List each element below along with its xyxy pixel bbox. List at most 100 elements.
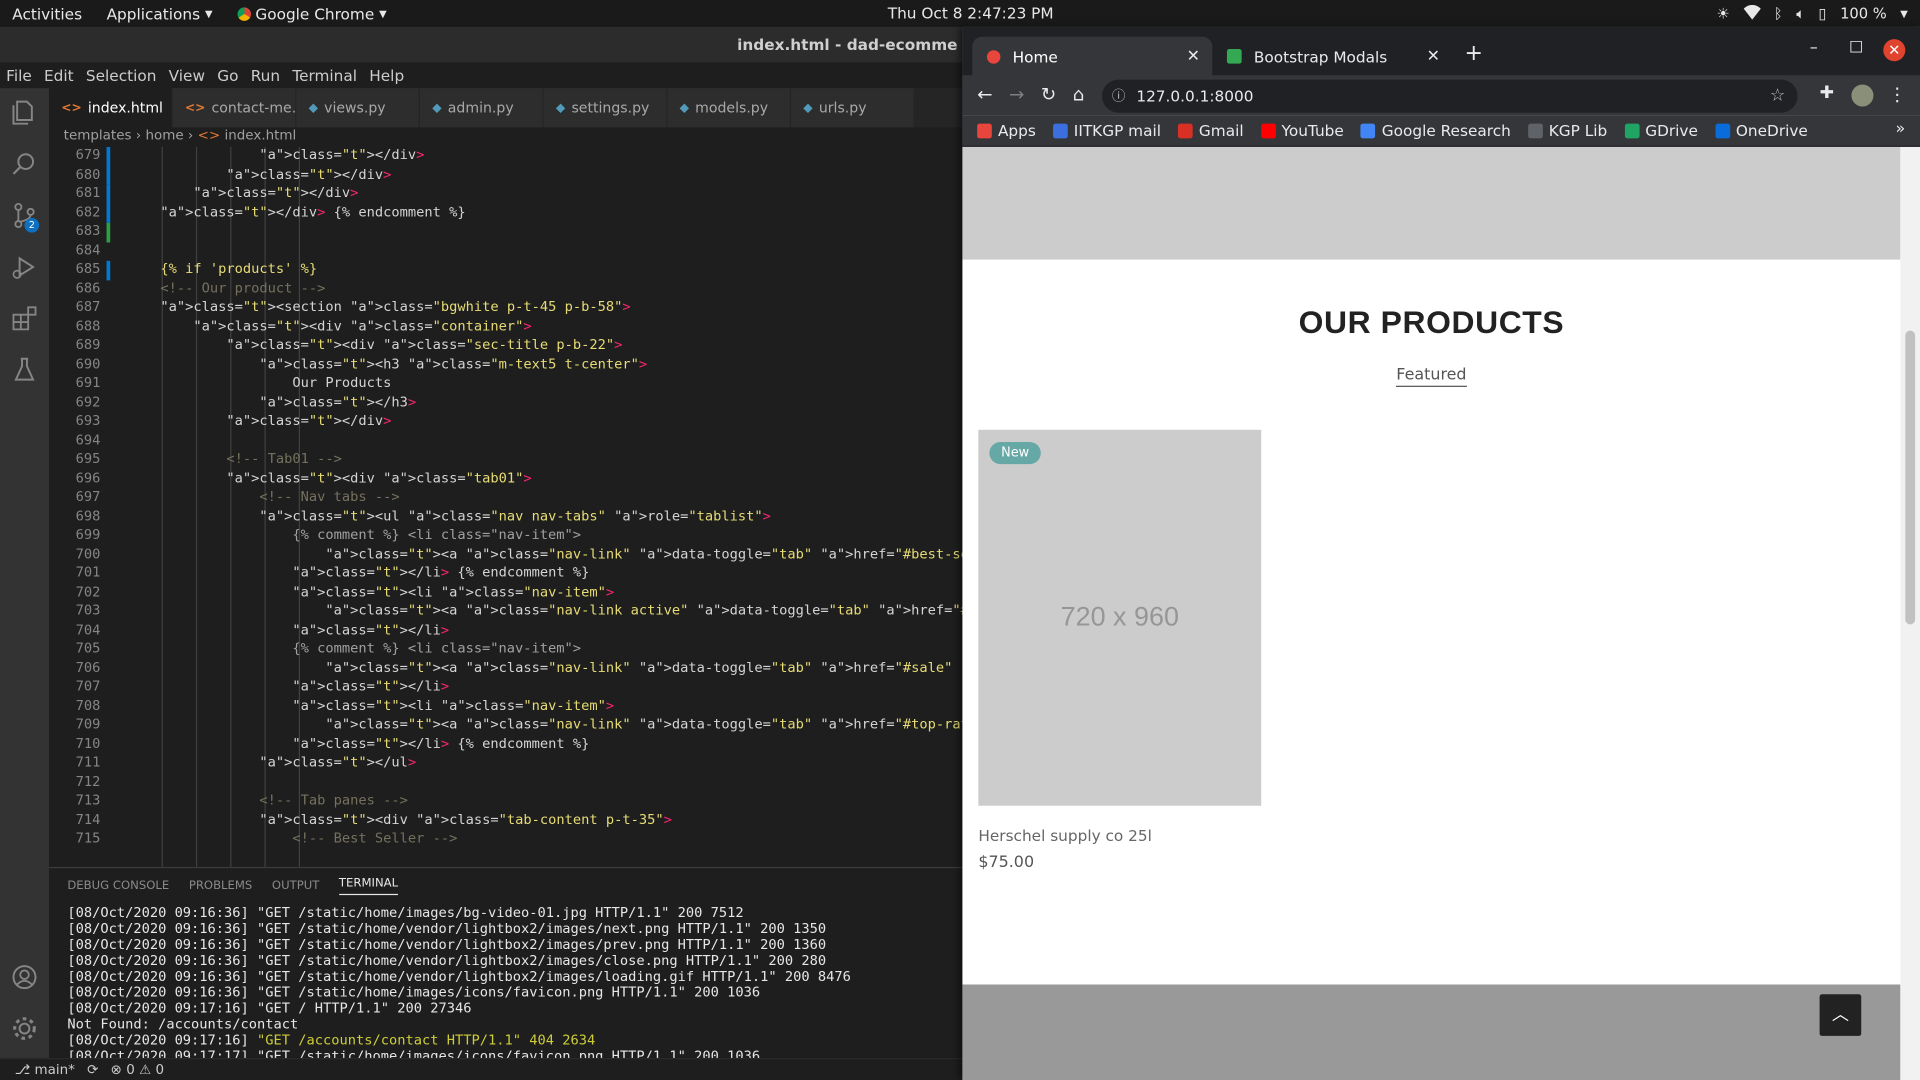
bookmark-label: IITKGP mail <box>1073 121 1161 140</box>
bookmark-iitkgp-mail[interactable]: IITKGP mail <box>1052 121 1161 140</box>
terminal-output[interactable]: [08/Oct/2020 09:16:36] "GET /static/home… <box>67 905 851 1080</box>
line-number: 711 <box>75 754 101 771</box>
line-number: 679 <box>75 146 101 163</box>
menu-go[interactable]: Go <box>211 64 244 88</box>
scrollbar-thumb[interactable] <box>1905 330 1916 625</box>
line-number: 696 <box>75 469 101 486</box>
bookmark-apps[interactable]: Apps <box>977 121 1036 140</box>
line-number: 714 <box>75 811 101 828</box>
line-content: {% if 'products' %} <box>160 260 318 277</box>
system-tray[interactable]: ☀ ᛒ 🔈︎ ▯ 100 % ▼ <box>1717 0 1908 27</box>
menu-edit[interactable]: Edit <box>38 64 80 88</box>
git-change-marker[interactable] <box>106 260 111 280</box>
code-editor[interactable]: 679 "a">class="t"></div> 680 "a">class="t… <box>49 146 962 867</box>
more-bookmarks-icon[interactable]: » <box>1896 120 1906 138</box>
bookmark-gdrive[interactable]: GDrive <box>1624 121 1698 140</box>
address-bar[interactable]: ⓘ 127.0.0.1:8000 ☆ <box>1102 79 1798 113</box>
active-app-menu[interactable]: Google Chrome ▼ <box>225 4 399 23</box>
bookmark-favicon-icon <box>1178 123 1193 138</box>
bluetooth-icon: ᛒ <box>1773 4 1783 23</box>
bookmark-star-icon[interactable]: ☆ <box>1770 80 1785 113</box>
breadcrumb-folder[interactable]: templates <box>64 127 132 143</box>
favicon-icon <box>1226 48 1242 64</box>
editor-tab-admin-py[interactable]: ◆ admin.py <box>420 88 544 128</box>
editor-tab-contact-me-html[interactable]: <> contact-me.html <box>172 88 328 128</box>
bookmark-kgp-lib[interactable]: KGP Lib <box>1527 121 1607 140</box>
activities-button[interactable]: Activities <box>0 4 94 22</box>
profile-avatar[interactable] <box>1851 84 1874 107</box>
tab-bootstrap-modals[interactable]: Bootstrap Modals ✕ <box>1212 37 1452 76</box>
menu-help[interactable]: Help <box>363 64 410 88</box>
breadcrumb-file[interactable]: index.html <box>224 127 296 143</box>
bookmark-onedrive[interactable]: OneDrive <box>1715 121 1808 140</box>
product-image[interactable]: New 720 x 960 <box>978 429 1262 806</box>
product-name-link[interactable]: Herschel supply co 25l <box>978 827 1152 845</box>
explorer-icon[interactable] <box>10 98 39 127</box>
close-window-button[interactable]: ✕ <box>1883 39 1906 62</box>
reload-button[interactable]: ↻ <box>1041 83 1056 105</box>
editor-tab-views-py[interactable]: ◆ views.py <box>296 88 421 128</box>
line-number: 713 <box>75 792 101 809</box>
search-icon[interactable] <box>10 149 39 178</box>
home-button[interactable]: ⌂ <box>1073 83 1085 105</box>
git-change-marker[interactable] <box>106 165 111 185</box>
extensions-icon[interactable] <box>10 304 39 333</box>
menu-selection[interactable]: Selection <box>80 64 163 88</box>
breadcrumb-subfolder[interactable]: home <box>145 127 183 143</box>
page-scrollbar[interactable] <box>1900 146 1920 1080</box>
close-tab-icon[interactable]: ✕ <box>1427 47 1440 65</box>
line-content: "a">class="t"></div> <box>193 184 359 201</box>
minimize-button[interactable]: – <box>1810 39 1818 57</box>
menu-view[interactable]: View <box>163 64 212 88</box>
git-change-marker[interactable] <box>106 203 111 223</box>
panel-tab-debug-console[interactable]: DEBUG CONSOLE <box>67 879 169 892</box>
git-change-marker[interactable] <box>106 222 111 242</box>
panel-tab-problems[interactable]: PROBLEMS <box>189 879 253 892</box>
code-line: 695 <!-- Tab01 --> <box>49 451 962 470</box>
tab-home[interactable]: Home ✕ <box>972 36 1213 76</box>
git-change-marker[interactable] <box>106 184 111 204</box>
line-content: {% comment %} <li class="nav-item"> <box>160 640 582 657</box>
account-icon[interactable] <box>10 962 39 991</box>
editor-tab-urls-py[interactable]: ◆ urls.py <box>791 88 915 128</box>
clock[interactable]: Thu Oct 8 2:47:23 PM <box>888 4 1054 22</box>
applications-menu[interactable]: Applications ▼ <box>94 4 224 22</box>
panel-tab-terminal[interactable]: TERMINAL <box>338 876 399 895</box>
maximize-button[interactable]: ☐ <box>1849 39 1863 57</box>
back-button[interactable]: ← <box>977 83 992 105</box>
testing-flask-icon[interactable] <box>10 355 39 384</box>
site-info-icon[interactable]: ⓘ <box>1112 80 1125 113</box>
line-content: "a">class="t"><li "a">class="nav-item"> <box>292 697 615 714</box>
settings-gear-icon[interactable] <box>10 1014 39 1043</box>
tab-featured[interactable]: Featured <box>962 366 1900 387</box>
bookmark-favicon-icon <box>1715 123 1730 138</box>
line-content: "a">class="t"></div> {% endcomment %} <box>160 203 466 220</box>
menu-terminal[interactable]: Terminal <box>286 64 363 88</box>
back-to-top-button[interactable]: ︿ <box>1819 994 1862 1036</box>
system-top-bar: Activities Applications ▼ Google Chrome … <box>0 0 1920 27</box>
bookmark-youtube[interactable]: YouTube <box>1260 121 1344 140</box>
bookmark-google-research[interactable]: Google Research <box>1360 121 1511 140</box>
bookmark-gmail[interactable]: Gmail <box>1178 121 1244 140</box>
chrome-menu-icon[interactable]: ⋮ <box>1888 83 1906 105</box>
run-debug-icon[interactable] <box>10 252 39 281</box>
python-file-icon: ◆ <box>803 101 813 115</box>
editor-tab-settings-py[interactable]: ◆ settings.py <box>543 88 668 128</box>
code-line: 681 "a">class="t"></div> <box>49 184 962 204</box>
new-tab-button[interactable]: + <box>1464 40 1482 66</box>
menu-run[interactable]: Run <box>245 64 287 88</box>
problems-indicator[interactable]: ⊗ 0 ⚠ 0 <box>111 1062 164 1078</box>
line-content: "a">class="t"></li> {% endcomment %} <box>292 735 590 752</box>
sync-icon[interactable]: ⟳ <box>87 1062 98 1078</box>
git-change-marker[interactable] <box>106 146 111 166</box>
git-branch[interactable]: ⎇ main* <box>15 1062 75 1078</box>
code-line: 699 {% comment %} <li class="nav-item"> <box>49 527 962 546</box>
editor-tab-models-py[interactable]: ◆ models.py <box>667 88 792 128</box>
code-line: 680 "a">class="t"></div> <box>49 165 962 185</box>
panel-tab-output[interactable]: OUTPUT <box>272 879 319 892</box>
forward-button[interactable]: → <box>1009 83 1024 105</box>
menu-file[interactable]: File <box>0 64 38 88</box>
editor-tab-index-html[interactable]: <>index.html✕ <box>48 88 186 128</box>
close-tab-icon[interactable]: ✕ <box>1187 47 1200 65</box>
extensions-puzzle-icon[interactable]: ✚ <box>1820 83 1834 103</box>
